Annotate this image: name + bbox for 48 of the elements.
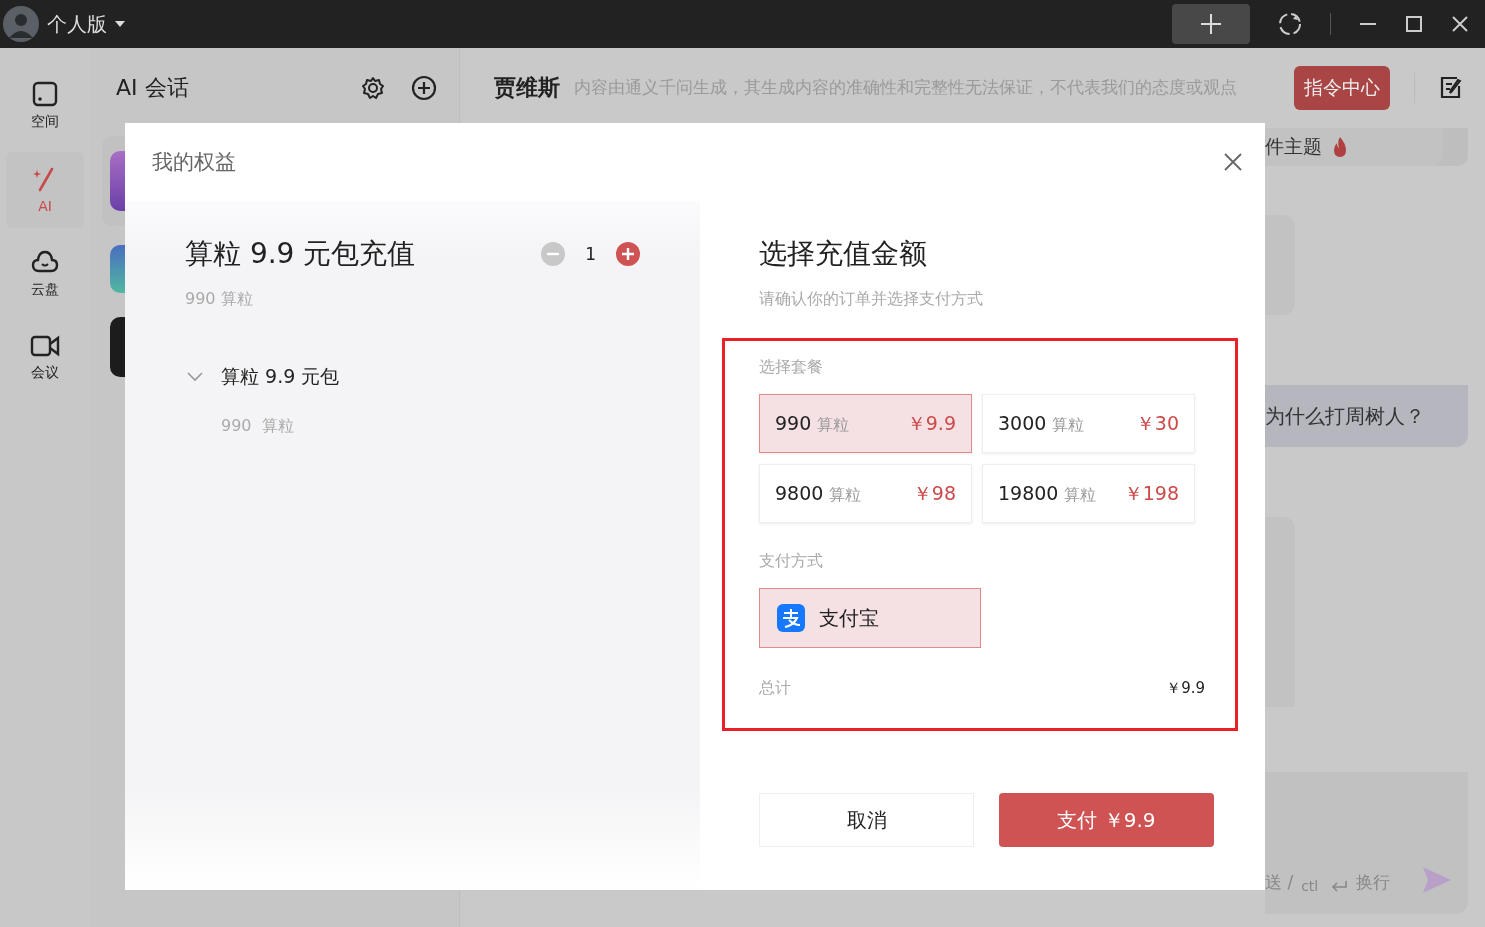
quantity-value: 1 <box>585 244 596 264</box>
caret-icon[interactable] <box>115 21 125 27</box>
pay-button[interactable]: 支付 ￥9.9 <box>999 793 1214 847</box>
return-icon <box>1330 880 1349 894</box>
package-option[interactable]: 3000 算粒 ￥30 <box>982 394 1195 453</box>
maximize-icon[interactable] <box>1405 15 1423 33</box>
question-bubble: 为什么打周树人？ <box>1265 385 1468 447</box>
plus-icon[interactable] <box>616 242 640 266</box>
dialog-title: 我的权益 <box>152 149 236 176</box>
send-hint: 送 / <box>1265 871 1294 894</box>
cloud-icon <box>31 249 59 275</box>
plus-icon <box>1200 13 1222 35</box>
settings-icon[interactable] <box>361 76 385 100</box>
payment-logo-icon <box>777 604 805 632</box>
ctl-hint: ctl <box>1301 878 1319 894</box>
avatar[interactable] <box>3 6 39 42</box>
sync-icon[interactable] <box>1278 12 1302 36</box>
package-option[interactable]: 9800 算粒 ￥98 <box>759 464 972 523</box>
assistant-name: 贾维斯 <box>494 74 560 102</box>
newline-hint: 换行 <box>1356 871 1391 894</box>
square-icon <box>32 81 58 107</box>
add-icon[interactable] <box>411 75 437 101</box>
total-value: ￥9.9 <box>1166 679 1205 698</box>
payment-option[interactable]: 支付宝 <box>759 588 981 648</box>
section-label: 支付方式 <box>759 551 824 572</box>
section-label: 选择套餐 <box>759 357 824 378</box>
dialog-heading: 选择充值金额 <box>759 236 928 272</box>
cancel-button[interactable]: 取消 <box>759 793 974 847</box>
panel-title: AI 会话 <box>116 74 190 102</box>
dialog-subheading: 请确认你的订单并选择支付方式 <box>759 289 984 310</box>
package-option[interactable]: 19800 算粒 ￥198 <box>982 464 1195 523</box>
product-name: 算粒 9.9 元包充值 <box>185 236 416 272</box>
total-label: 总计 <box>759 678 791 699</box>
rail-item[interactable]: 空间 <box>6 68 84 144</box>
package-option[interactable]: 990 算粒 ￥9.9 <box>759 394 972 453</box>
video-camera-icon <box>30 334 60 358</box>
flame-icon <box>1332 137 1348 157</box>
close-icon[interactable] <box>1223 152 1243 172</box>
add-button[interactable] <box>1172 4 1250 44</box>
chevron-icon[interactable] <box>187 372 203 382</box>
item-name: 算粒 9.9 元包 <box>221 364 340 389</box>
edit-icon[interactable] <box>1439 76 1463 100</box>
rail-item[interactable]: 云盘 <box>6 236 84 312</box>
item-detail: 990 算粒 <box>220 416 295 437</box>
rail-item[interactable]: 会议 <box>6 320 84 396</box>
product-subtitle: 990 算粒 <box>185 289 254 310</box>
command-center-button[interactable]: 指令中心 <box>1294 66 1390 110</box>
edition-label[interactable]: 个人版 <box>47 10 107 38</box>
